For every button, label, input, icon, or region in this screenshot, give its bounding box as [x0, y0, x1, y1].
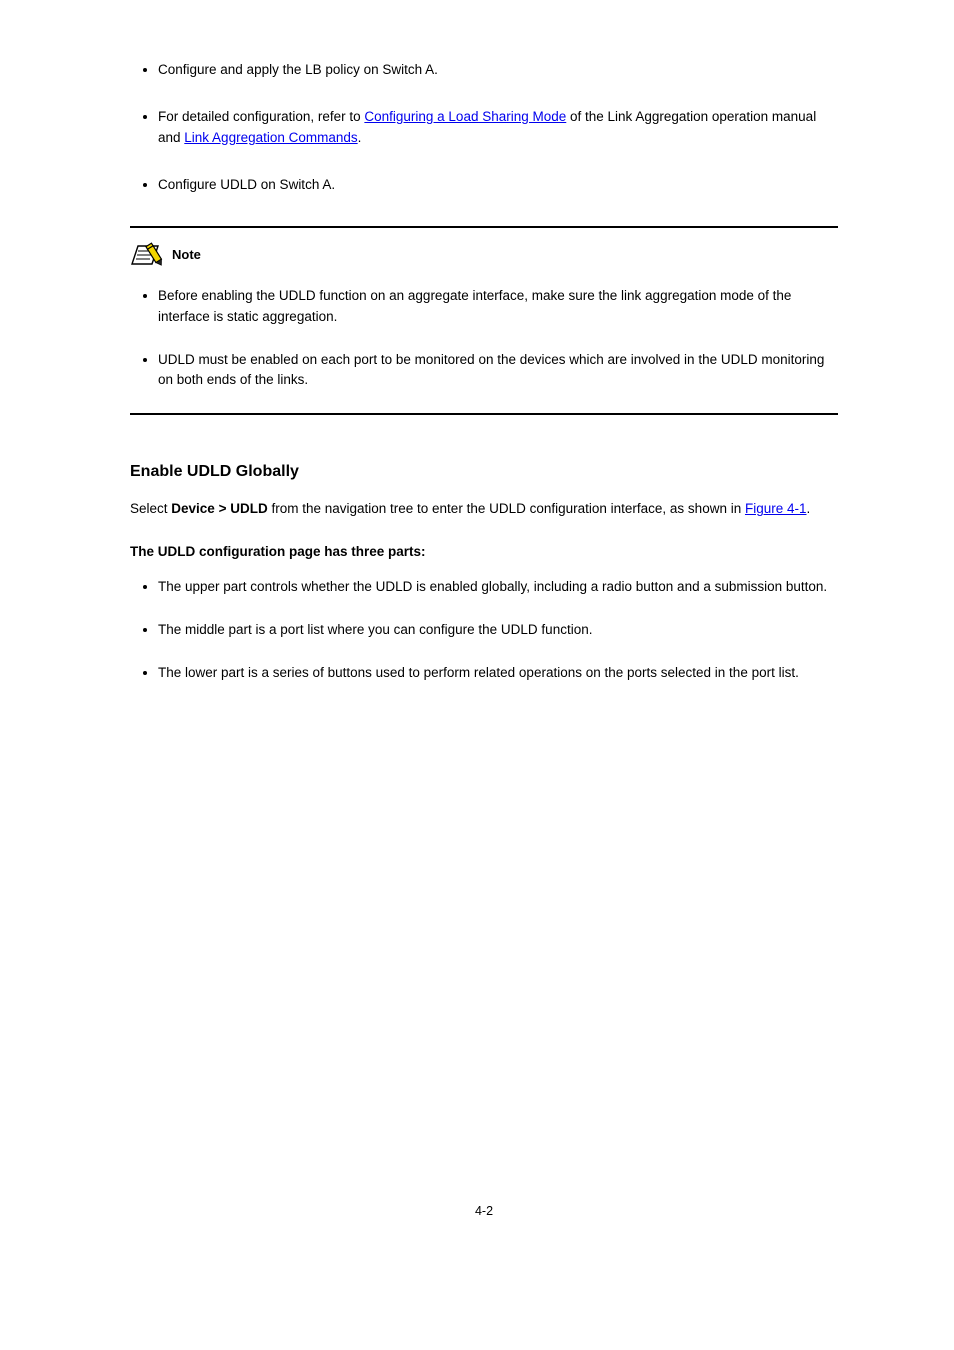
list-item-text: Configure UDLD on Switch A.	[158, 177, 335, 192]
para-bold: Device > UDLD	[171, 501, 267, 516]
list-item-text: .	[358, 130, 362, 145]
list-item-text: For detailed configuration, refer to	[158, 109, 364, 124]
list-item-text: The upper part controls whether the UDLD…	[158, 579, 827, 594]
top-bullet-list: Configure and apply the LB policy on Swi…	[130, 60, 838, 196]
note-icon	[130, 242, 166, 268]
page-number: 4-2	[130, 1204, 838, 1218]
list-item: Before enabling the UDLD function on an …	[158, 286, 838, 328]
list-item: The upper part controls whether the UDLD…	[158, 577, 838, 598]
list-item: The lower part is a series of buttons us…	[158, 663, 838, 684]
section-paragraph: Select Device > UDLD from the navigation…	[130, 499, 838, 520]
sub-bullet-list: The upper part controls whether the UDLD…	[130, 577, 838, 684]
list-item-text: The middle part is a port list where you…	[158, 622, 592, 637]
para-text: from the navigation tree to enter the UD…	[268, 501, 745, 516]
section-heading: Enable UDLD Globally	[130, 463, 838, 481]
list-item: For detailed configuration, refer to Con…	[158, 107, 838, 149]
list-item-text: UDLD must be enabled on each port to be …	[158, 352, 824, 388]
list-item-text: Configure and apply the LB policy on Swi…	[158, 62, 438, 77]
list-item: Configure and apply the LB policy on Swi…	[158, 60, 838, 81]
list-item: The middle part is a port list where you…	[158, 620, 838, 641]
note-header: Note	[130, 242, 838, 268]
sub-heading: The UDLD configuration page has three pa…	[130, 544, 838, 559]
list-item: Configure UDLD on Switch A.	[158, 175, 838, 196]
list-item: UDLD must be enabled on each port to be …	[158, 350, 838, 392]
para-text: Select	[130, 501, 171, 516]
para-text: .	[807, 501, 811, 516]
divider-top	[130, 226, 838, 228]
list-item-text: Before enabling the UDLD function on an …	[158, 288, 791, 324]
note-block: Note Before enabling the UDLD function o…	[130, 226, 838, 416]
link-aggregation-commands[interactable]: Link Aggregation Commands	[184, 130, 357, 145]
note-label: Note	[172, 247, 201, 262]
list-item-text: The lower part is a series of buttons us…	[158, 665, 799, 680]
divider-bottom	[130, 413, 838, 415]
note-bullet-list: Before enabling the UDLD function on an …	[130, 286, 838, 392]
page-container: Configure and apply the LB policy on Swi…	[0, 0, 954, 1258]
link-configuring-load-sharing[interactable]: Configuring a Load Sharing Mode	[364, 109, 566, 124]
link-figure-4-1[interactable]: Figure 4-1	[745, 501, 807, 516]
